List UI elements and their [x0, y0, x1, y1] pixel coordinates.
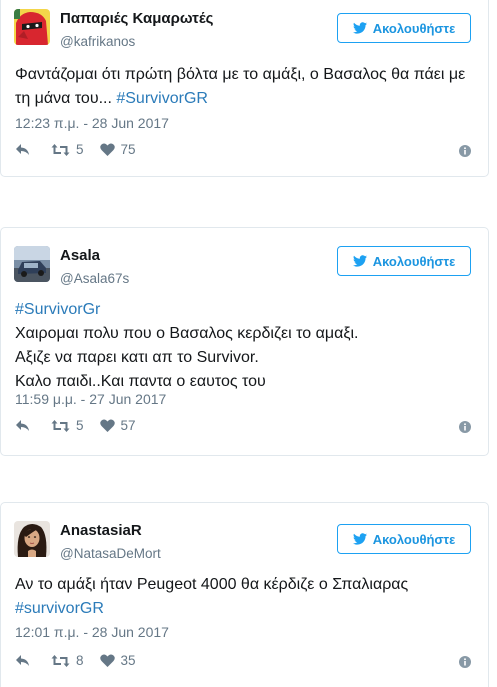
red-ninja-avatar-icon: [14, 9, 50, 45]
display-name[interactable]: Παπαριές Καμαρωτές: [60, 10, 213, 27]
avatar[interactable]: [14, 521, 50, 557]
heart-icon: [99, 143, 115, 156]
tweet-text: #SurvivorGr Χαιρομαι πολυ που ο Βασαλος …: [15, 298, 477, 394]
like-button[interactable]: 35: [99, 653, 136, 668]
hashtag-link[interactable]: #SurvivorGr: [15, 301, 100, 318]
user-handle[interactable]: @kafrikanos: [60, 34, 135, 49]
hashtag-link[interactable]: #SurvivorGR: [116, 90, 208, 107]
reply-button[interactable]: [15, 654, 31, 668]
tweet-text-line: #SurvivorGr: [15, 298, 477, 322]
twitter-bird-icon: [352, 255, 367, 267]
tweet-card: Παπαριές Καμαρωτές @kafrikanos Ακολουθήσ…: [0, 0, 489, 177]
avatar[interactable]: [14, 246, 50, 282]
tweet-card: AnastasiaR @NatasaDeMort Ακολουθήστε Αν …: [0, 502, 489, 687]
heart-icon: [99, 419, 115, 432]
like-button[interactable]: 75: [99, 142, 136, 157]
twitter-bird-icon: [352, 533, 367, 545]
tweet-text-line: Αξιζε να παρει κατι απ το Survivor.: [15, 346, 477, 370]
tweet-actions: 5 57: [15, 418, 136, 433]
follow-button[interactable]: Ακολουθήστε: [337, 13, 471, 43]
user-handle[interactable]: @NatasaDeMort: [60, 546, 161, 561]
follow-label: Ακολουθήστε: [372, 20, 456, 36]
retweet-button[interactable]: 5: [51, 142, 84, 157]
reply-button[interactable]: [15, 419, 31, 433]
tweet-timestamp[interactable]: 11:59 μ.μ. - 27 Jun 2017: [15, 391, 166, 407]
reply-icon: [16, 654, 29, 666]
follow-button[interactable]: Ακολουθήστε: [337, 524, 471, 554]
tweet-timestamp[interactable]: 12:23 π.μ. - 28 Jun 2017: [15, 115, 169, 131]
reply-button[interactable]: [15, 143, 31, 157]
woman-portrait-avatar-icon: [14, 521, 50, 557]
text-fragment: Αν το αμάξι ήταν Peugeot 4000 θα κέρδιζε…: [15, 576, 409, 593]
tweet-text-line: #survivorGR: [15, 597, 477, 621]
display-name[interactable]: Asala: [60, 247, 100, 264]
retweet-icon: [51, 654, 70, 667]
user-handle[interactable]: @Asala67s: [60, 271, 129, 286]
retweet-count: 5: [76, 142, 84, 157]
tweet-text-line: Χαιρομαι πολυ που ο Βασαλος κερδιζει το …: [15, 322, 477, 346]
display-name[interactable]: AnastasiaR: [60, 522, 142, 539]
follow-label: Ακολουθήστε: [372, 253, 456, 269]
tweet-text-line: Φαντάζομαι ότι πρώτη βόλτα με το αμάξι, …: [15, 63, 477, 87]
like-count: 35: [120, 653, 136, 668]
like-count: 57: [120, 418, 136, 433]
retweet-button[interactable]: 5: [51, 418, 84, 433]
retweet-icon: [51, 143, 70, 156]
retweet-button[interactable]: 8: [51, 653, 84, 668]
info-icon[interactable]: [459, 145, 471, 157]
text-fragment: Καλο παιδι..Και παντα ο εαυτος του: [15, 373, 266, 390]
follow-label: Ακολουθήστε: [372, 531, 456, 547]
text-fragment: τη μάνα του...: [15, 90, 117, 107]
tweet-actions: 8 35: [15, 653, 136, 668]
like-button[interactable]: 57: [99, 418, 136, 433]
tweet-timestamp[interactable]: 12:01 π.μ. - 28 Jun 2017: [15, 624, 169, 640]
like-count: 75: [120, 142, 136, 157]
retweet-icon: [51, 419, 70, 432]
tweet-text-line: Αν το αμάξι ήταν Peugeot 4000 θα κέρδιζε…: [15, 573, 477, 597]
tweet-text-line: τη μάνα του... #SurvivorGR: [15, 87, 477, 111]
heart-icon: [99, 654, 115, 667]
retweet-count: 5: [76, 418, 84, 433]
avatar[interactable]: [14, 9, 50, 45]
reply-icon: [16, 143, 29, 155]
reply-icon: [16, 419, 29, 431]
info-icon[interactable]: [459, 656, 471, 668]
hashtag-link[interactable]: #survivorGR: [15, 600, 104, 617]
text-fragment: Αξιζε να παρει κατι απ το Survivor.: [15, 349, 259, 366]
tweet-feed: Παπαριές Καμαρωτές @kafrikanos Ακολουθήσ…: [0, 0, 497, 687]
text-fragment: Χαιρομαι πολυ που ο Βασαλος κερδιζει το …: [15, 325, 359, 342]
text-fragment: Φαντάζομαι ότι πρώτη βόλτα με το αμάξι, …: [15, 66, 466, 83]
follow-button[interactable]: Ακολουθήστε: [337, 246, 471, 276]
car-photo-avatar-icon: [14, 246, 50, 282]
info-icon[interactable]: [459, 421, 471, 433]
retweet-count: 8: [76, 653, 84, 668]
tweet-text: Φαντάζομαι ότι πρώτη βόλτα με το αμάξι, …: [15, 63, 477, 111]
twitter-bird-icon: [352, 22, 367, 34]
tweet-text: Αν το αμάξι ήταν Peugeot 4000 θα κέρδιζε…: [15, 573, 477, 621]
tweet-actions: 5 75: [15, 142, 136, 157]
tweet-card: Asala @Asala67s Ακολουθήστε #SurvivorGr …: [0, 227, 489, 456]
